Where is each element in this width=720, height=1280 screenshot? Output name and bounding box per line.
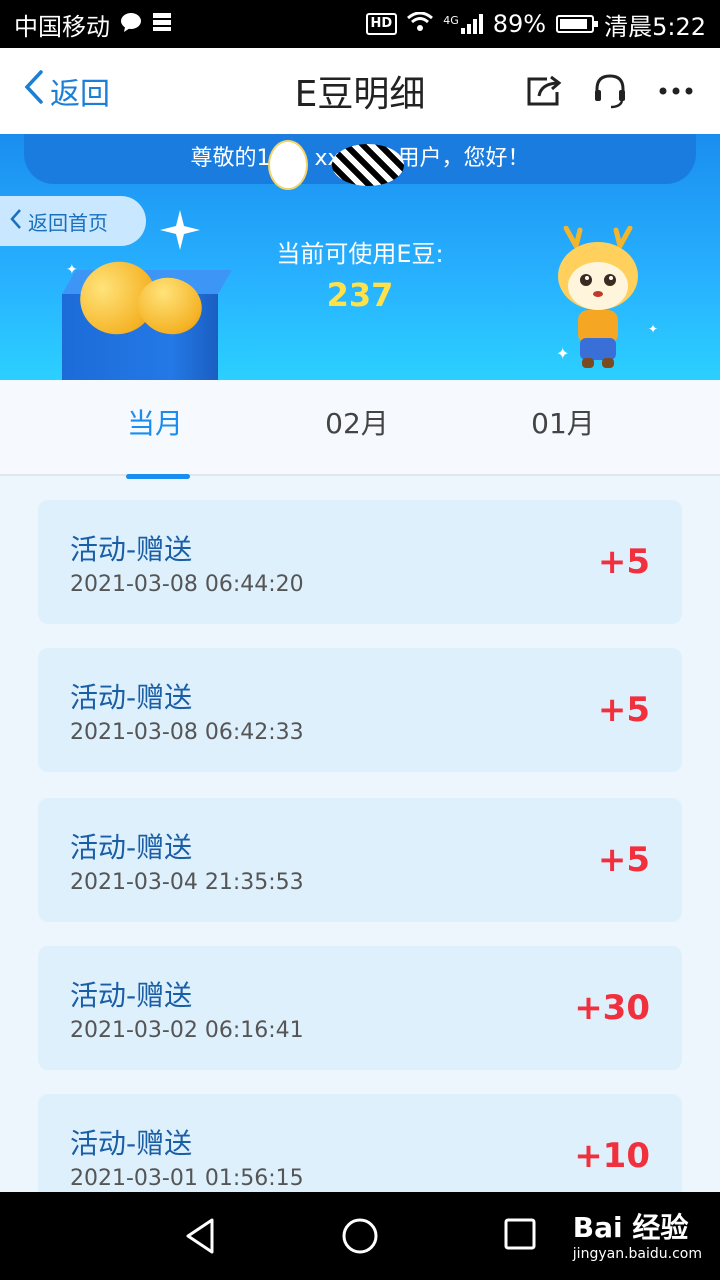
- more-icon[interactable]: [656, 71, 696, 111]
- record-title: 活动-赠送: [70, 831, 193, 864]
- home-label: 返回首页: [28, 210, 108, 235]
- watermark: Bai 经验 jingyan.baidu.com: [573, 1206, 702, 1262]
- clock: 清晨5:22: [604, 12, 706, 41]
- recents-square-icon[interactable]: [502, 1216, 542, 1256]
- list-item[interactable]: 活动-赠送 2021-03-01 01:56:15 +10: [38, 1094, 682, 1192]
- redaction-mark: [268, 140, 308, 190]
- hd-icon: HD: [365, 13, 398, 35]
- active-tab-indicator: [126, 474, 190, 479]
- list-item[interactable]: 活动-赠送 2021-03-02 06:16:41 +30: [38, 946, 682, 1070]
- record-time: 2021-03-02 06:16:41: [70, 1018, 304, 1043]
- tab-january[interactable]: 01月: [468, 380, 658, 474]
- list-item[interactable]: 活动-赠送 2021-03-08 06:42:33 +5: [38, 648, 682, 772]
- tab-february[interactable]: 02月: [262, 380, 452, 474]
- app-header: 返回 E豆明细: [0, 48, 720, 134]
- battery-percent: 89%: [492, 10, 547, 38]
- bean-banner: 尊敬的1 xxx 用户，您好！ 返回首页 ✦ ✦ ✦ ✦ 当前可使用E豆: 23…: [0, 134, 720, 380]
- list-item[interactable]: 活动-赠送 2021-03-04 21:35:53 +5: [38, 798, 682, 922]
- share-icon[interactable]: [524, 71, 564, 111]
- chevron-left-icon: [24, 70, 44, 112]
- record-amount: +5: [597, 840, 650, 880]
- record-title: 活动-赠送: [70, 979, 193, 1012]
- back-button[interactable]: 返回: [24, 69, 110, 113]
- storage-icon: [152, 10, 172, 38]
- watermark-brand: Bai 经验: [572, 1211, 689, 1244]
- records-list[interactable]: 活动-赠送 2021-03-08 06:44:20 +5 活动-赠送 2021-…: [38, 500, 682, 1192]
- customer-service-icon[interactable]: [590, 71, 630, 111]
- list-item[interactable]: 活动-赠送 2021-03-08 06:44:20 +5: [38, 500, 682, 624]
- record-title: 活动-赠送: [70, 533, 193, 566]
- back-label: 返回: [50, 77, 110, 112]
- record-amount: +5: [597, 690, 650, 730]
- record-title: 活动-赠送: [70, 1127, 193, 1160]
- system-nav-bar: Bai 经验 jingyan.baidu.com: [0, 1192, 720, 1280]
- watermark-url: jingyan.baidu.com: [572, 1246, 702, 1262]
- record-amount: +5: [597, 542, 650, 582]
- record-title: 活动-赠送: [70, 681, 193, 714]
- record-amount: +30: [574, 988, 650, 1028]
- carrier-label: 中国移动: [14, 12, 110, 41]
- redaction-mark: [332, 144, 404, 186]
- chevron-left-icon: [10, 208, 22, 235]
- record-time: 2021-03-01 01:56:15: [70, 1166, 304, 1191]
- record-time: 2021-03-08 06:42:33: [70, 720, 304, 745]
- status-bar: 中国移动 HD 4G 89% 清晨5:22: [0, 0, 720, 48]
- record-amount: +10: [574, 1136, 650, 1176]
- record-time: 2021-03-08 06:44:20: [70, 572, 304, 597]
- mascot-illustration: [548, 225, 648, 376]
- battery-icon: [556, 15, 599, 33]
- back-triangle-icon[interactable]: [182, 1216, 222, 1256]
- tab-current-month[interactable]: 当月: [60, 380, 250, 474]
- message-icon: [120, 10, 142, 38]
- record-time: 2021-03-04 21:35:53: [70, 870, 304, 895]
- sparkle-icon: ✦: [648, 322, 659, 336]
- month-tabs: 当月 02月 01月: [0, 380, 720, 476]
- wifi-icon: [407, 10, 434, 38]
- home-circle-icon[interactable]: [340, 1216, 380, 1256]
- signal-icon: 4G: [443, 14, 483, 34]
